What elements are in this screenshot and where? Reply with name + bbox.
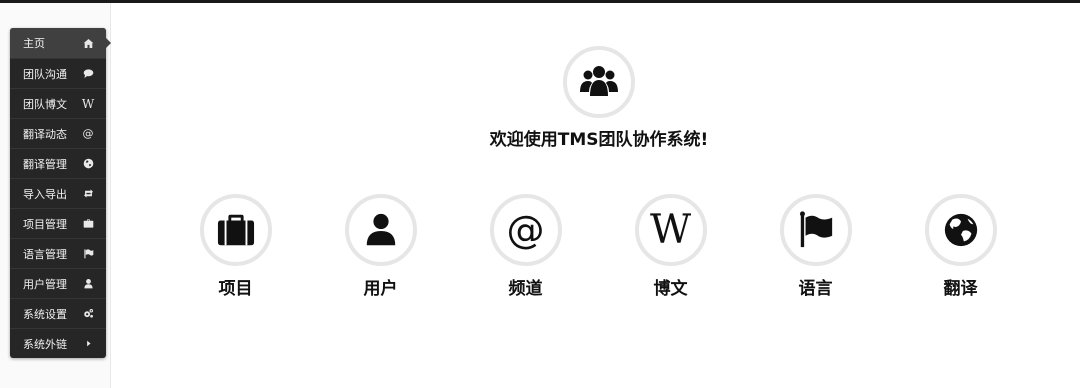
sidebar-item-label: 团队博文 [23,97,67,111]
sidebar-item-label: 项目管理 [23,217,67,231]
home-icon [81,38,95,49]
sidebar-item-label: 翻译动态 [23,127,67,141]
sidebar-item-user-manage[interactable]: 用户管理 [10,268,106,298]
sidebar-item-project-manage[interactable]: 项目管理 [10,208,106,238]
welcome-icon-circle [563,46,635,118]
tile-label: 博文 [653,279,688,299]
active-item-arrow [106,38,111,48]
globe-icon [944,213,977,247]
sidebar-item-system-settings[interactable]: 系统设置 [10,298,106,328]
sidebar-item-team-chat[interactable]: 团队沟通 [10,58,106,88]
tile-icon-circle [924,194,997,266]
tile-icon-circle [344,194,417,266]
wikipedia-w-icon: W [81,96,95,111]
sidebar-item-label: 主页 [23,37,45,50]
sidebar-item-import-export[interactable]: 导入导出 [10,178,106,208]
sidebar-item-label: 用户管理 [23,277,67,291]
sidebar-item-label: 语言管理 [23,247,67,261]
sidebar-item-label: 翻译管理 [23,157,67,171]
sidebar-item-translation-manage[interactable]: 翻译管理 [10,148,106,178]
top-border [0,0,1080,3]
tile-languages[interactable]: 语言 [743,194,888,299]
sidebar-item-translation-feed[interactable]: 翻译动态 @ [10,118,106,148]
tile-translations[interactable]: 翻译 [888,194,1033,299]
tile-icon-circle: W [634,194,707,266]
tile-label: 项目 [218,279,253,299]
sidebar-item-label: 系统设置 [23,307,67,321]
flag-icon [799,211,832,248]
tile-label: 翻译 [943,279,978,299]
briefcase-icon [81,218,95,229]
sidebar-item-external-links[interactable]: 系统外链 [10,328,106,358]
tile-label: 频道 [508,279,543,299]
at-sign-icon: @ [506,208,545,252]
welcome-title: 欢迎使用TMS团队协作系统! [489,130,709,150]
tile-projects[interactable]: 项目 [163,194,308,299]
user-icon [366,213,395,246]
globe-icon [81,158,95,169]
briefcase-icon [217,214,254,246]
tile-icon-circle [199,194,272,266]
tile-icon-circle [779,194,852,266]
sidebar-item-label: 导入导出 [23,187,67,201]
shortcut-tiles: 项目 用户 @ 频道 W 博文 语言 翻译 [163,194,1033,299]
caret-right-icon [81,338,95,349]
welcome-header: 欢迎使用TMS团队协作系统! [484,46,714,150]
retweet-icon [81,188,95,199]
tile-icon-circle: @ [489,194,562,266]
sidebar-item-team-blog[interactable]: 团队博文 W [10,88,106,118]
sidebar-item-home[interactable]: 主页 [10,28,111,58]
flag-icon [81,248,95,259]
sidebar-item-label: 系统外链 [23,337,67,351]
tile-label: 用户 [363,279,398,299]
sidebar-item-label: 团队沟通 [23,67,67,81]
tile-channels[interactable]: @ 频道 [453,194,598,299]
wikipedia-w-icon: W [649,207,692,253]
sidebar-panel: 主页 团队沟通 团队博文 W 翻译动态 @ 翻译管理 导入导出 项目管理 语言管… [0,3,111,388]
gears-icon [81,308,95,319]
sidebar-nav: 主页 团队沟通 团队博文 W 翻译动态 @ 翻译管理 导入导出 项目管理 语言管… [10,28,111,358]
user-icon [81,278,95,289]
users-group-icon [580,66,618,96]
tile-blog[interactable]: W 博文 [598,194,743,299]
sidebar-item-language-manage[interactable]: 语言管理 [10,238,106,268]
tile-label: 语言 [798,279,833,299]
chat-bubble-icon [81,68,95,79]
tile-users[interactable]: 用户 [308,194,453,299]
at-sign-icon: @ [82,127,94,140]
